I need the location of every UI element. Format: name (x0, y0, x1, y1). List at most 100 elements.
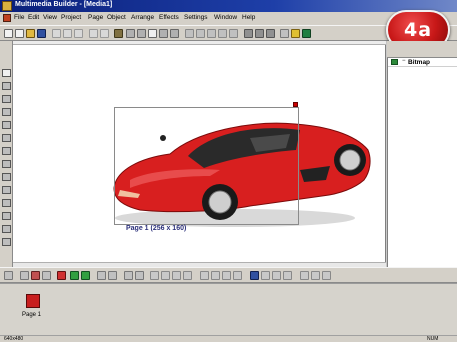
percent-icon[interactable] (150, 271, 159, 280)
align-bottom-icon[interactable] (229, 29, 238, 38)
object-panel-toolbar (387, 41, 457, 58)
menu-project[interactable]: Project (61, 14, 81, 21)
page-thumbnail[interactable] (26, 294, 40, 308)
send-backward-icon[interactable] (108, 271, 117, 280)
page-color-icon[interactable] (31, 271, 40, 280)
save-icon[interactable] (37, 29, 46, 38)
object-list-icon[interactable] (159, 29, 168, 38)
title-bar: Multimedia Builder - [Media1] (0, 0, 457, 12)
shape-tool-icon[interactable] (2, 212, 11, 220)
redo-icon[interactable] (100, 29, 109, 38)
distribute-icon[interactable] (222, 271, 231, 280)
status-resolution: 640x480 (4, 336, 24, 342)
select-tool-icon[interactable] (2, 69, 11, 77)
play-icon[interactable] (302, 29, 311, 38)
bring-forward-icon[interactable] (97, 271, 106, 280)
app-window: Multimedia Builder - [Media1] File Edit … (0, 0, 457, 342)
window-title: Multimedia Builder - [Media1] (15, 1, 113, 8)
ellipse-tool-icon[interactable] (2, 225, 11, 233)
size-icon[interactable] (261, 271, 270, 280)
new-file-icon[interactable] (4, 29, 13, 38)
bitmap-icon (391, 59, 398, 65)
grid-icon[interactable] (126, 29, 135, 38)
menu-file[interactable]: File (14, 14, 24, 21)
tool-palette (0, 41, 13, 267)
step-badge-label: 4a (403, 19, 433, 41)
html-tool-icon[interactable] (2, 173, 11, 181)
next-page-icon[interactable] (81, 271, 90, 280)
align-top-icon[interactable] (218, 29, 227, 38)
page-duplicate-icon[interactable] (42, 271, 51, 280)
page-size-label: Page 1 (256 x 160) (126, 225, 187, 232)
align-right-icon[interactable] (207, 29, 216, 38)
settings-gear-icon[interactable] (244, 29, 253, 38)
selection-rectangle[interactable] (114, 107, 299, 225)
menu-settings[interactable]: Settings (184, 14, 208, 21)
status-num-lock: NUM (427, 336, 439, 342)
delete-icon[interactable] (57, 271, 66, 280)
percent-icon[interactable] (161, 271, 170, 280)
align-center-icon[interactable] (196, 29, 205, 38)
zoom-icon[interactable] (280, 29, 289, 38)
cut-icon[interactable] (63, 29, 72, 38)
open-folder-icon[interactable] (26, 29, 35, 38)
size-icon[interactable] (283, 271, 292, 280)
top-ruler (13, 41, 386, 45)
compile-icon[interactable] (114, 29, 123, 38)
collapse-toggle[interactable]: − (402, 58, 406, 64)
media-icon[interactable] (266, 29, 275, 38)
sound-tool-icon[interactable] (2, 147, 11, 155)
status-bar: 640x480 NUM (0, 335, 457, 342)
bitmap-button-tool-icon[interactable] (2, 108, 11, 116)
image-tool-icon[interactable] (2, 121, 11, 129)
line-tool-icon[interactable] (2, 238, 11, 246)
ungroup-icon[interactable] (135, 271, 144, 280)
menu-effects[interactable]: Effects (159, 14, 179, 21)
page-thumbnail-label: Page 1 (22, 312, 42, 318)
distribute-icon[interactable] (233, 271, 242, 280)
menu-window[interactable]: Window (214, 14, 237, 21)
animation-tool-icon[interactable] (2, 134, 11, 142)
size-icon[interactable] (272, 271, 281, 280)
arrange-icon[interactable] (311, 271, 320, 280)
pages-panel: Page 1 (0, 283, 457, 335)
menu-view[interactable]: View (43, 14, 57, 21)
previous-page-icon[interactable] (70, 271, 79, 280)
group-icon[interactable] (124, 271, 133, 280)
button-tool-icon[interactable] (2, 95, 11, 103)
menu-page[interactable]: Page (88, 14, 103, 21)
menu-arrange[interactable]: Arrange (131, 14, 154, 21)
menu-object[interactable]: Object (107, 14, 126, 21)
percent-icon[interactable] (183, 271, 192, 280)
page-icon[interactable] (20, 271, 29, 280)
input-box-tool-icon[interactable] (2, 186, 11, 194)
align-left-icon[interactable] (185, 29, 194, 38)
library-icon[interactable] (255, 29, 264, 38)
text-tool-icon[interactable] (2, 82, 11, 90)
arrange-icon[interactable] (300, 271, 309, 280)
run-icon[interactable] (291, 29, 300, 38)
new-page-icon[interactable] (15, 29, 24, 38)
object-list-item-label: Bitmap (408, 59, 431, 66)
print-preview-icon[interactable] (52, 29, 61, 38)
object-list-item[interactable]: − Bitmap (388, 58, 457, 67)
menu-help[interactable]: Help (242, 14, 255, 21)
distribute-icon[interactable] (211, 271, 220, 280)
copy-icon[interactable] (74, 29, 83, 38)
document-system-icon[interactable] (3, 14, 11, 22)
layers-icon[interactable] (250, 271, 259, 280)
arrange-icon[interactable] (322, 271, 331, 280)
list-box-tool-icon[interactable] (2, 199, 11, 207)
layout-icon[interactable] (137, 29, 146, 38)
script-icon[interactable] (170, 29, 179, 38)
bottom-toolbar (0, 267, 457, 283)
app-icon (2, 1, 12, 11)
undo-icon[interactable] (89, 29, 98, 38)
percent-icon[interactable] (172, 271, 181, 280)
selection-handle[interactable] (293, 102, 298, 107)
menu-edit[interactable]: Edit (28, 14, 39, 21)
page-properties-icon[interactable] (148, 29, 157, 38)
add-page-icon[interactable] (4, 271, 13, 280)
distribute-icon[interactable] (200, 271, 209, 280)
video-tool-icon[interactable] (2, 160, 11, 168)
